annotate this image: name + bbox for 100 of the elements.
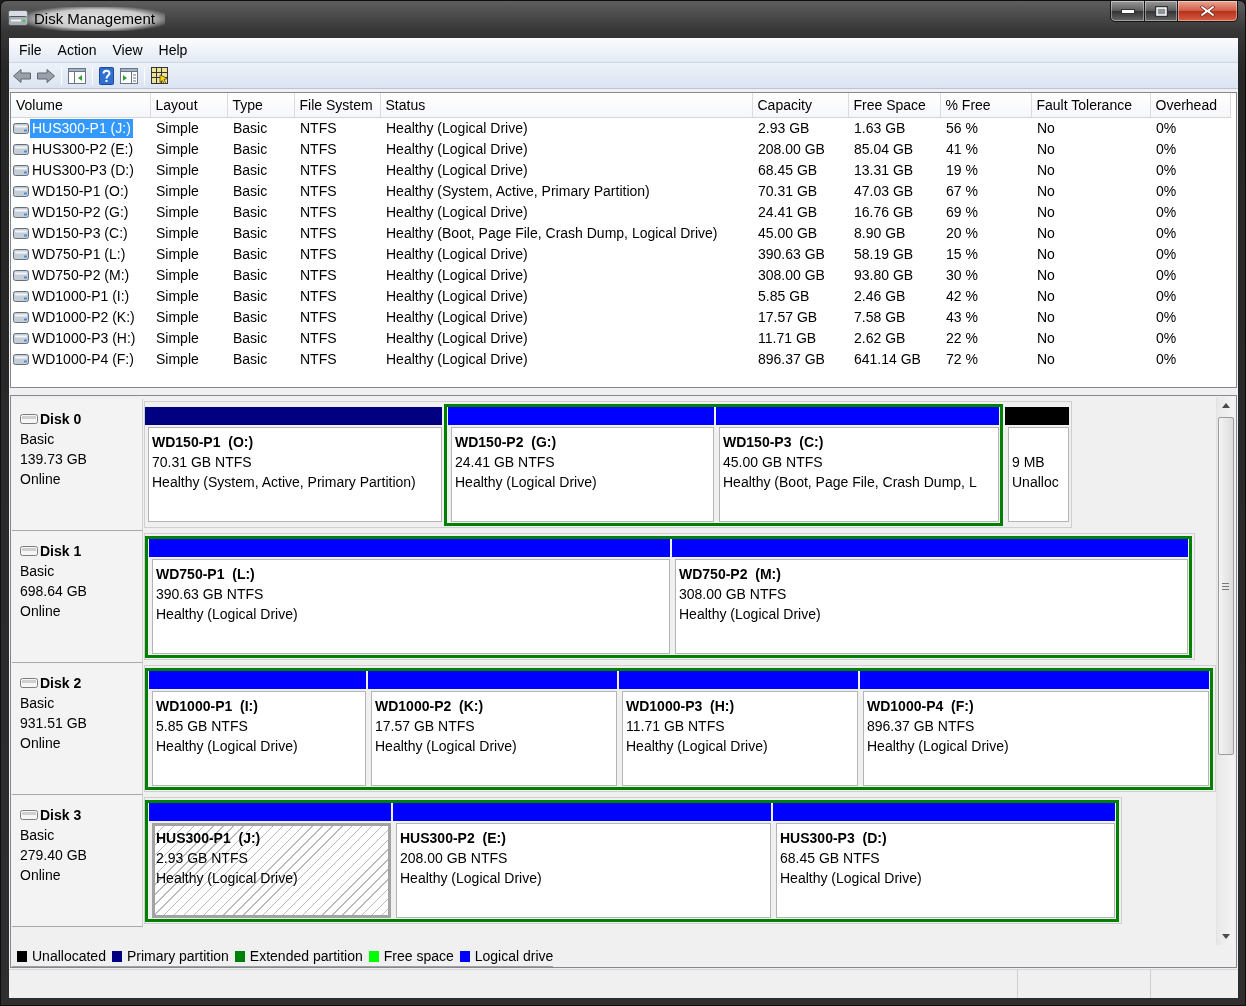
column-header[interactable]: Type — [227, 93, 294, 117]
table-cell-text: Healthy (Logical Drive) — [385, 328, 529, 348]
maximize-button[interactable] — [1145, 0, 1178, 22]
column-header[interactable]: % Free — [940, 93, 1031, 117]
scrollbar-thumb[interactable] — [1217, 417, 1234, 755]
column-header[interactable]: Status — [380, 93, 752, 117]
volume-name[interactable]: WD1000-P2 (K:) — [30, 307, 137, 327]
table-cell-text: No — [1036, 139, 1056, 159]
partition-label: WD1000-P1 (I:) — [156, 697, 258, 716]
table-cell-text: No — [1036, 160, 1056, 180]
table-cell-text: NTFS — [299, 223, 338, 243]
volume-name[interactable]: WD150-P2 (G:) — [30, 202, 131, 222]
window-pane-icon[interactable] — [120, 67, 138, 84]
column-header[interactable]: Free Space — [848, 93, 940, 117]
menu-item[interactable]: File — [11, 38, 50, 62]
scroll-down-icon[interactable] — [1221, 934, 1230, 939]
partition-box[interactable]: HUS300-P3 (D:) 68.45 GB NTFS Healthy (Logical Drive) — [776, 823, 1115, 918]
table-cell-text: Basic — [232, 223, 269, 243]
column-header[interactable]: Overhead — [1150, 93, 1230, 117]
window-pane-icon[interactable] — [68, 67, 86, 84]
partition-size: 68.45 GB NTFS — [780, 849, 880, 868]
table-cell-text: NTFS — [299, 181, 338, 201]
volume-name[interactable]: WD1000-P1 (I:) — [30, 286, 132, 306]
window-title: Disk Management — [26, 7, 165, 31]
help-icon[interactable] — [99, 66, 114, 85]
column-header[interactable]: Layout — [150, 93, 227, 117]
table-cell-text: 13.31 GB — [853, 160, 915, 180]
column-header[interactable]: Volume — [11, 93, 150, 117]
disk-drive-icon — [20, 546, 38, 556]
table-cell-text: Healthy (Logical Drive) — [385, 160, 529, 180]
volume-name[interactable]: WD1000-P4 (F:) — [30, 349, 136, 369]
app-icon — [8, 8, 28, 26]
table-cell-text: Basic — [232, 265, 269, 285]
partition-box[interactable]: HUS300-P1 (J:) 2.93 GB NTFS Healthy (Logical Drive) — [152, 823, 391, 918]
table-cell-text: 641.14 GB — [853, 349, 922, 369]
volume-name[interactable]: WD1000-P3 (H:) — [30, 328, 138, 348]
partition-box[interactable]: WD1000-P3 (H:) 11.71 GB NTFS Healthy (Logical Drive) — [622, 691, 858, 786]
table-cell-text: No — [1036, 181, 1056, 201]
volume-name[interactable]: WD750-P2 (M:) — [30, 265, 132, 285]
close-button[interactable] — [1178, 0, 1238, 22]
table-cell-text: Basic — [232, 244, 269, 264]
partition-size: 208.00 GB NTFS — [400, 849, 508, 868]
partition-box[interactable]: 9 MB Unalloc — [1008, 427, 1069, 522]
table-cell-text: Simple — [155, 328, 200, 348]
table-cell-text: 7.58 GB — [853, 307, 907, 327]
table-cell-text: Healthy (Boot, Page File, Crash Dump, Logical Drive) — [385, 223, 719, 243]
volume-name[interactable]: WD750-P1 (L:) — [30, 244, 128, 264]
partition-box[interactable]: WD1000-P2 (K:) 17.57 GB NTFS Healthy (Logical Drive) — [371, 691, 617, 786]
column-header[interactable]: Capacity — [752, 93, 848, 117]
partition-box[interactable]: WD750-P1 (L:) 390.63 GB NTFS Healthy (Logical Drive) — [152, 559, 670, 654]
partition-box[interactable]: WD1000-P1 (I:) 5.85 GB NTFS Healthy (Logical Drive) — [152, 691, 366, 786]
drive-icon — [13, 269, 29, 281]
menu-item[interactable]: View — [104, 38, 151, 62]
drive-icon — [13, 227, 29, 239]
partition-box[interactable]: WD150-P1 (O:) 70.31 GB NTFS Healthy (System, Active, Primary Partition) — [148, 427, 442, 522]
partition-status: Healthy (Logical Drive) — [679, 605, 821, 624]
partition-box[interactable]: HUS300-P2 (E:) 208.00 GB NTFS Healthy (Logical Drive) — [396, 823, 771, 918]
table-cell-text: NTFS — [299, 244, 338, 264]
partition-box[interactable]: WD150-P3 (C:) 45.00 GB NTFS Healthy (Boot, Page File, Crash Dump, L — [719, 427, 999, 522]
table-cell-text: Simple — [155, 286, 200, 306]
forward-arrow-icon[interactable] — [37, 68, 55, 83]
minimize-button[interactable] — [1110, 0, 1145, 22]
scroll-up-icon[interactable] — [1221, 403, 1230, 408]
partition-status: Healthy (Logical Drive) — [156, 737, 298, 756]
back-arrow-icon[interactable] — [13, 68, 31, 83]
volume-name[interactable]: WD150-P1 (O:) — [30, 181, 131, 201]
partition-size: 390.63 GB NTFS — [156, 585, 264, 604]
column-header[interactable]: File System — [294, 93, 380, 117]
partition-header-bar — [1005, 407, 1069, 425]
menu-item[interactable]: Action — [49, 38, 105, 62]
table-cell-text: No — [1036, 349, 1056, 369]
table-cell-text: Basic — [232, 328, 269, 348]
drive-icon — [13, 353, 29, 365]
column-header[interactable]: Fault Tolerance — [1031, 93, 1150, 117]
drive-icon — [13, 311, 29, 323]
partition-label: HUS300-P1 (J:) — [156, 829, 261, 848]
table-cell-text: Healthy (Logical Drive) — [385, 349, 529, 369]
volume-name[interactable]: HUS300-P2 (E:) — [30, 139, 136, 159]
table-cell-text: NTFS — [299, 328, 338, 348]
disk-size: 698.64 GB — [20, 582, 87, 601]
table-cell-text: No — [1036, 307, 1056, 327]
partition-status: Healthy (Logical Drive) — [867, 737, 1009, 756]
grid-icon[interactable] — [151, 67, 168, 84]
legend-label: Extended partition — [249, 947, 363, 966]
partition-box[interactable]: WD1000-P4 (F:) 896.37 GB NTFS Healthy (Logical Drive) — [863, 691, 1209, 786]
volume-name[interactable]: WD150-P3 (C:) — [30, 223, 130, 243]
table-cell-text: No — [1036, 286, 1056, 306]
table-cell-text: NTFS — [299, 202, 338, 222]
table-cell-text: 0% — [1155, 286, 1178, 306]
partition-status: Unalloc — [1012, 473, 1059, 492]
table-cell-text: No — [1036, 202, 1056, 222]
table-cell-text: 0% — [1155, 181, 1178, 201]
table-cell: Healthy (Logical Drive) — [380, 117, 752, 139]
partition-box[interactable]: WD150-P2 (G:) 24.41 GB NTFS Healthy (Logical Drive) — [451, 427, 714, 522]
drive-icon — [13, 248, 29, 260]
partition-box[interactable]: WD750-P2 (M:) 308.00 GB NTFS Healthy (Logical Drive) — [675, 559, 1188, 654]
table-cell-text: 0% — [1155, 202, 1178, 222]
volume-name[interactable]: HUS300-P3 (D:) — [30, 160, 136, 180]
table-cell-text: 2.62 GB — [853, 328, 907, 348]
menu-item[interactable]: Help — [150, 38, 196, 62]
